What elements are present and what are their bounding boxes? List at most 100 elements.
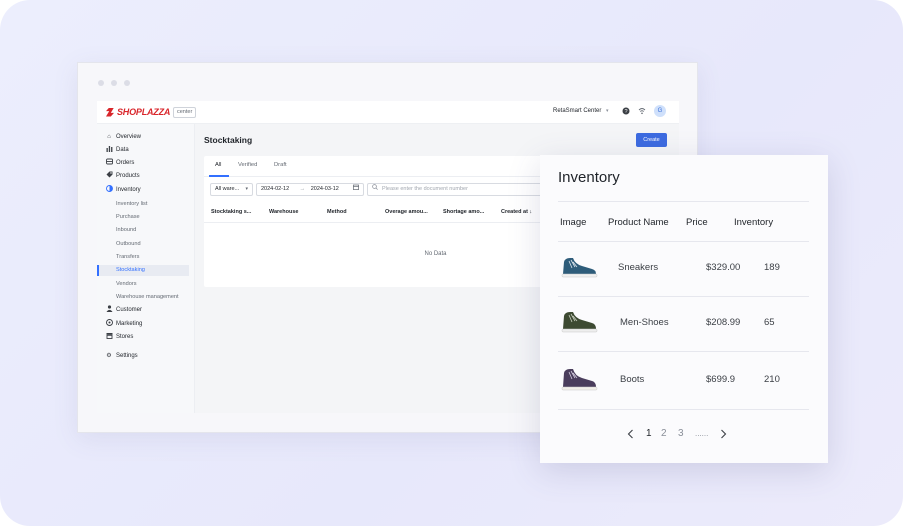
chevron-down-icon: ▾ bbox=[606, 108, 609, 114]
window-dot bbox=[124, 80, 130, 86]
product-price: $208.99 bbox=[706, 317, 741, 328]
svg-text:?: ? bbox=[624, 109, 627, 115]
date-end: 2024-03-12 bbox=[310, 186, 339, 192]
sidebar-item-label: Products bbox=[116, 173, 140, 179]
sidebar-item-products[interactable]: Products bbox=[97, 171, 194, 182]
sidebar-subitem-transfers[interactable]: Transfers bbox=[97, 252, 189, 263]
home-icon: ⌂ bbox=[107, 134, 111, 140]
sidebar-subitem-label: Warehouse management bbox=[116, 294, 179, 300]
pagination: 1 2 3 ...... bbox=[540, 427, 828, 441]
gear-icon: ⚙ bbox=[106, 353, 112, 359]
sidebar-item-label: Customer bbox=[116, 307, 143, 313]
column-header-shortage-amount[interactable]: Shortage amo... bbox=[443, 209, 484, 215]
column-header-image: Image bbox=[560, 217, 587, 228]
sidebar-subitem-label: Purchase bbox=[116, 214, 140, 220]
shoe-sole bbox=[561, 273, 598, 278]
sidebar-item-customer[interactable]: Customer bbox=[97, 305, 194, 316]
marketing-icon bbox=[105, 319, 113, 331]
tag-icon bbox=[105, 171, 113, 183]
inventory-card: Inventory Image Product Name Price Inven… bbox=[540, 155, 828, 463]
tab-verified[interactable]: Verified bbox=[238, 162, 257, 168]
date-range-picker[interactable]: 2024-02-12 → 2024-03-12 bbox=[256, 183, 364, 196]
tab-all[interactable]: All bbox=[215, 162, 221, 168]
sidebar-subitem-label: Vendors bbox=[116, 281, 137, 287]
sidebar-subitem-warehouse-management[interactable]: Warehouse management bbox=[97, 292, 189, 303]
sidebar-item-label: Overview bbox=[116, 134, 142, 140]
logo-text: SHOPLAZZA bbox=[117, 107, 171, 117]
product-price: $329.00 bbox=[706, 262, 741, 273]
sidebar-subitem-outbound[interactable]: Outbound bbox=[97, 239, 189, 250]
sidebar-subitem-label: Stocktaking bbox=[116, 267, 145, 273]
logo-mark-icon bbox=[106, 107, 114, 117]
page-button[interactable]: 2 bbox=[661, 427, 667, 441]
divider bbox=[558, 296, 809, 297]
sidebar-subitem-label: Transfers bbox=[116, 254, 140, 260]
shoe-body bbox=[563, 258, 596, 274]
sidebar: ⌂ Overview Data Orders Products Inventor… bbox=[97, 124, 195, 413]
date-separator: → bbox=[299, 186, 306, 192]
sidebar-item-label: Settings bbox=[116, 353, 138, 359]
warehouse-select[interactable]: All ware... ▾ bbox=[210, 183, 253, 196]
sidebar-item-label: Data bbox=[116, 147, 129, 153]
page-button[interactable]: 3 bbox=[678, 427, 684, 441]
page-button[interactable]: 1 bbox=[646, 427, 652, 441]
shoe-body bbox=[563, 312, 596, 329]
column-header-price: Price bbox=[686, 217, 708, 228]
sidebar-item-overview[interactable]: ⌂ Overview bbox=[97, 132, 194, 143]
sidebar-item-orders[interactable]: Orders bbox=[97, 158, 194, 169]
inventory-title: Inventory bbox=[558, 169, 620, 186]
search-icon bbox=[372, 184, 378, 195]
product-image-men-shoes bbox=[561, 312, 598, 333]
column-header-method[interactable]: Method bbox=[327, 209, 347, 215]
sidebar-item-label: Marketing bbox=[116, 321, 143, 327]
page-title: Stocktaking bbox=[204, 135, 253, 145]
user-icon bbox=[105, 305, 113, 317]
sidebar-subitem-stocktaking[interactable]: Stocktaking bbox=[97, 265, 189, 276]
sidebar-subitem-vendors[interactable]: Vendors bbox=[97, 279, 189, 290]
product-name: Boots bbox=[620, 374, 645, 385]
column-header-overage-amount[interactable]: Overage amou... bbox=[385, 209, 428, 215]
store-selector[interactable]: RetaSmart Center ▾ bbox=[553, 108, 609, 114]
shoe-sole bbox=[561, 328, 598, 333]
store-icon bbox=[105, 332, 113, 344]
shoe-sole bbox=[561, 386, 598, 391]
prev-page-chevron-left-icon[interactable] bbox=[627, 427, 634, 446]
shoplazza-logo[interactable]: SHOPLAZZA bbox=[106, 106, 170, 118]
sidebar-subitem-inventory-list[interactable]: Inventory list bbox=[97, 199, 189, 210]
help-icon[interactable]: ? bbox=[622, 107, 630, 118]
document-search-input[interactable]: Please enter the document number bbox=[367, 183, 547, 196]
sidebar-item-label: Stores bbox=[116, 334, 134, 340]
calendar-icon bbox=[353, 184, 359, 195]
column-header-warehouse[interactable]: Warehouse bbox=[269, 209, 298, 215]
divider bbox=[558, 351, 809, 352]
sidebar-item-marketing[interactable]: Marketing bbox=[97, 319, 194, 330]
product-name: Men-Shoes bbox=[620, 317, 669, 328]
next-page-chevron-right-icon[interactable] bbox=[720, 427, 727, 446]
top-bar: SHOPLAZZA center RetaSmart Center ▾ ? G bbox=[97, 101, 679, 124]
product-image-boots bbox=[561, 369, 598, 391]
window-dot bbox=[111, 80, 117, 86]
column-header-created-at[interactable]: Created at ↓ bbox=[501, 209, 532, 215]
sidebar-item-label: Inventory bbox=[116, 187, 141, 193]
sidebar-subitem-purchase[interactable]: Purchase bbox=[97, 212, 189, 223]
sidebar-subitem-label: Inbound bbox=[116, 227, 137, 233]
product-inventory: 65 bbox=[764, 317, 775, 328]
chevron-down-icon: ▾ bbox=[245, 186, 248, 192]
window-dots bbox=[98, 80, 130, 86]
window-dot bbox=[98, 80, 104, 86]
warehouse-select-value: All ware... bbox=[215, 186, 240, 192]
orders-icon bbox=[105, 158, 113, 170]
create-button[interactable]: Create bbox=[636, 133, 667, 147]
active-tab-indicator bbox=[209, 175, 229, 177]
sidebar-item-data[interactable]: Data bbox=[97, 145, 194, 156]
tab-draft[interactable]: Draft bbox=[274, 162, 287, 168]
product-name: Sneakers bbox=[618, 262, 659, 273]
pagination-ellipsis: ...... bbox=[695, 429, 709, 438]
sidebar-item-stores[interactable]: Stores bbox=[97, 332, 194, 343]
avatar[interactable]: G bbox=[654, 105, 666, 117]
sidebar-subitem-inbound[interactable]: Inbound bbox=[97, 225, 189, 236]
sidebar-item-settings[interactable]: ⚙ Settings bbox=[97, 351, 194, 362]
column-header-stocktaking[interactable]: Stocktaking s... bbox=[211, 209, 251, 215]
notification-icon[interactable] bbox=[638, 107, 646, 118]
sidebar-item-inventory[interactable]: Inventory bbox=[97, 185, 194, 196]
